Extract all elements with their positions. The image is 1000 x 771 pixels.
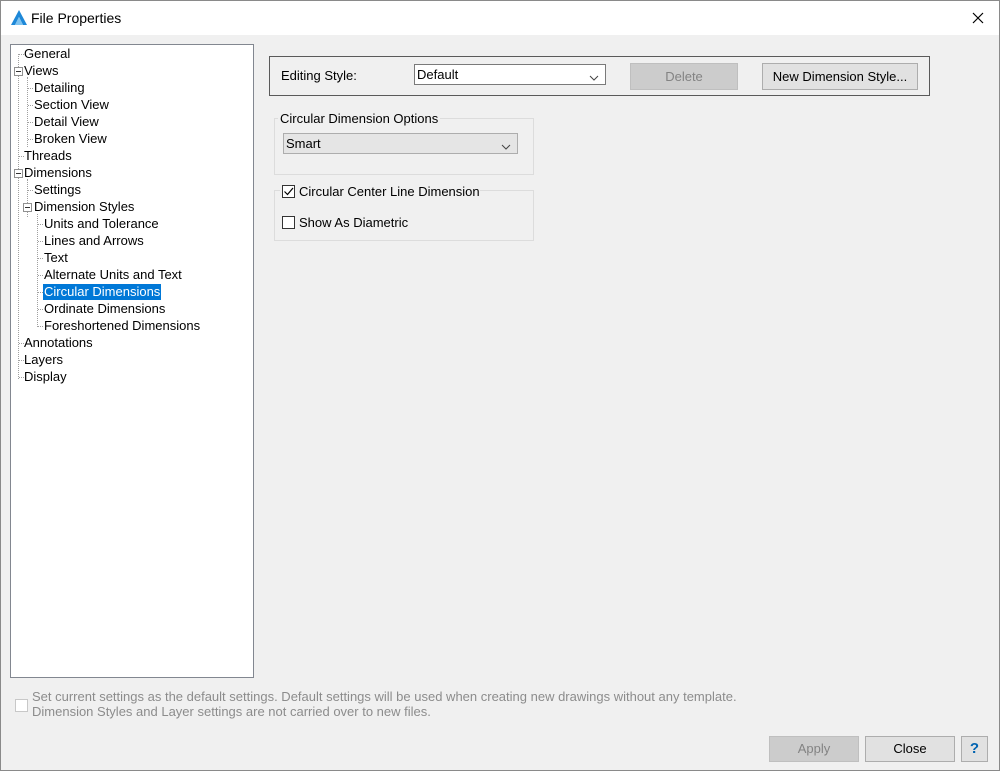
tree-item-settings[interactable]: Settings [33, 182, 82, 198]
chevron-down-icon [589, 70, 599, 81]
apply-button[interactable]: Apply [769, 736, 859, 762]
help-button[interactable]: ? [961, 736, 988, 762]
delete-style-button[interactable]: Delete [630, 63, 738, 90]
tree-line [18, 54, 19, 379]
editing-style-panel: Editing Style: Default Delete New Dimens… [269, 56, 930, 96]
close-icon[interactable] [967, 7, 989, 29]
app-logo-icon [10, 9, 28, 27]
circular-options-label: Circular Dimension Options [278, 111, 441, 126]
chevron-down-icon [501, 139, 511, 150]
title-bar: File Properties [1, 1, 999, 35]
set-default-line-2: Dimension Styles and Layer settings are … [32, 704, 431, 719]
show-as-diametric-checkbox[interactable] [282, 216, 295, 229]
set-default-text: Set current settings as the default sett… [32, 689, 737, 719]
tree-item-ordinate-dimensions[interactable]: Ordinate Dimensions [43, 301, 166, 317]
set-default-line-1: Set current settings as the default sett… [32, 689, 737, 704]
tree-item-detail-view[interactable]: Detail View [33, 114, 100, 130]
circular-options-value: Smart [286, 136, 321, 151]
center-line-checkbox[interactable] [282, 185, 295, 198]
tree-item-views[interactable]: Views [23, 63, 59, 79]
tree-item-display[interactable]: Display [23, 369, 68, 385]
tree-item-layers[interactable]: Layers [23, 352, 64, 368]
editing-style-label: Editing Style: [281, 68, 357, 83]
tree-item-broken-view[interactable]: Broken View [33, 131, 108, 147]
collapse-dimensions-icon[interactable] [14, 169, 23, 178]
window-title: File Properties [31, 10, 122, 26]
show-as-diametric-label: Show As Diametric [299, 215, 409, 230]
tree-item-annotations[interactable]: Annotations [23, 335, 94, 351]
tree-line [37, 214, 38, 327]
tree-item-dimensions[interactable]: Dimensions [23, 165, 93, 181]
tree-item-alternate-units-and-text[interactable]: Alternate Units and Text [43, 267, 183, 283]
tree-item-general[interactable]: General [23, 46, 71, 62]
editing-style-value: Default [417, 67, 459, 82]
circular-options-select[interactable]: Smart [283, 133, 518, 154]
tree-item-text[interactable]: Text [43, 250, 69, 266]
tree-item-detailing[interactable]: Detailing [33, 80, 86, 96]
tree-item-circular-dimensions[interactable]: Circular Dimensions [43, 284, 162, 300]
tree-item-section-view[interactable]: Section View [33, 97, 110, 113]
tree-item-foreshortened-dimensions[interactable]: Foreshortened Dimensions [43, 318, 201, 334]
tree-item-lines-and-arrows[interactable]: Lines and Arrows [43, 233, 145, 249]
collapse-views-icon[interactable] [14, 67, 23, 76]
tree-item-units-and-tolerance[interactable]: Units and Tolerance [43, 216, 160, 232]
file-properties-window: File Properties General Views Detailing … [0, 0, 1000, 771]
tree-item-dimension-styles[interactable]: Dimension Styles [33, 199, 135, 215]
center-line-label: Circular Center Line Dimension [299, 184, 480, 199]
set-default-checkbox[interactable] [15, 699, 28, 712]
tree-item-threads[interactable]: Threads [23, 148, 73, 164]
collapse-dimension-styles-icon[interactable] [23, 203, 32, 212]
checkmark-icon [284, 187, 294, 196]
settings-tree[interactable]: General Views Detailing Section View Det… [10, 44, 254, 678]
new-dimension-style-button[interactable]: New Dimension Style... [762, 63, 918, 90]
editing-style-select[interactable]: Default [414, 64, 606, 85]
close-button[interactable]: Close [865, 736, 955, 762]
